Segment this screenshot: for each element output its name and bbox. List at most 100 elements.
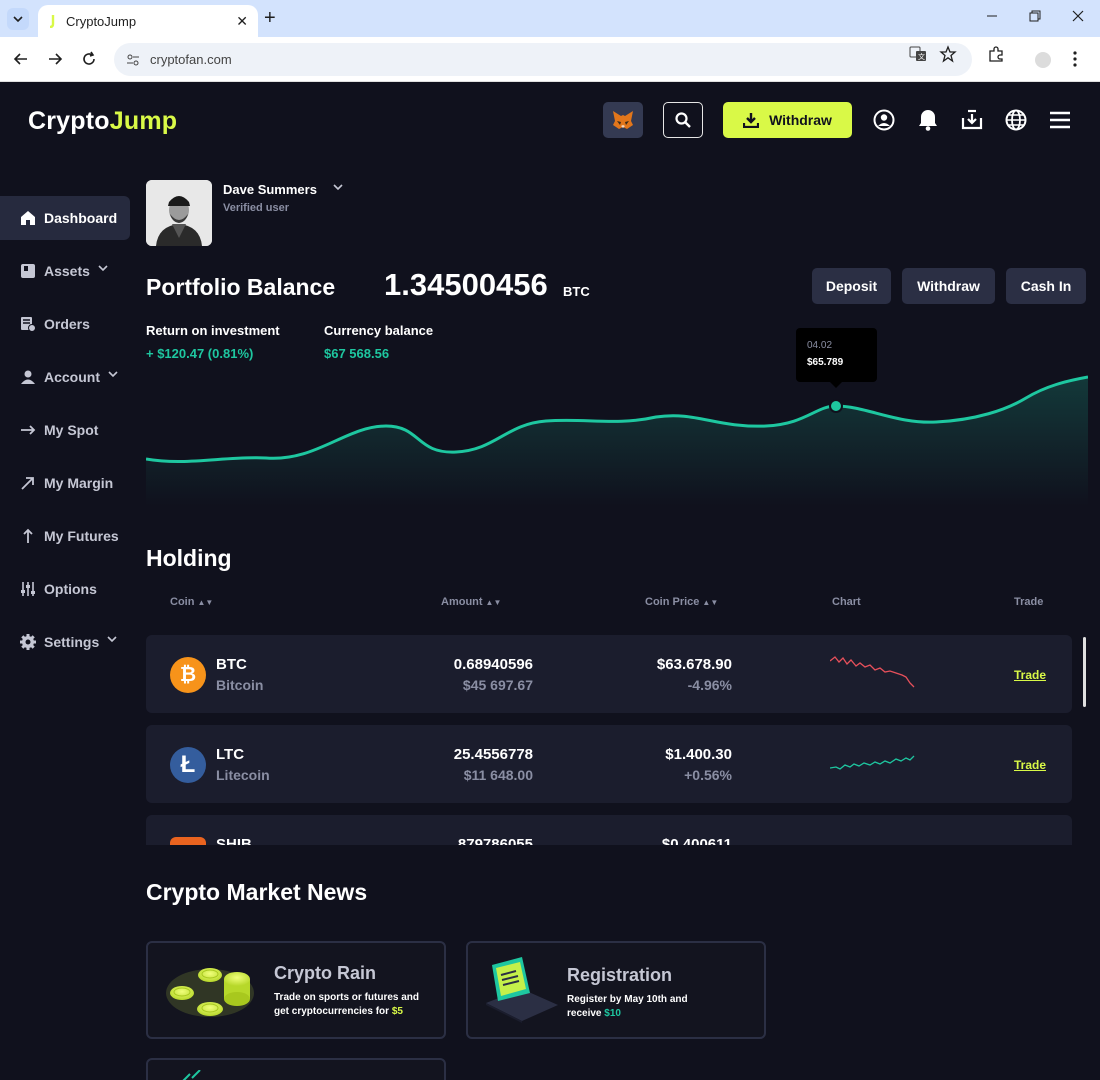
avatar[interactable] — [146, 180, 212, 246]
trade-link[interactable]: Trade — [1014, 668, 1046, 682]
address-bar[interactable]: cryptofan.com — [114, 43, 972, 76]
sidebar-item-account[interactable]: Account — [0, 355, 130, 399]
news-title: Crypto Market News — [146, 879, 368, 905]
bell-icon[interactable] — [916, 108, 940, 132]
holding-title: Holding — [146, 545, 232, 571]
profile-avatar-icon[interactable] — [1034, 51, 1052, 74]
column-header-coin[interactable]: Coin ▲▼ — [170, 596, 213, 608]
portfolio-chart[interactable] — [146, 326, 1088, 506]
app-logo[interactable]: CryptoJump — [28, 107, 177, 136]
sidebar-item-orders[interactable]: Orders — [0, 302, 130, 346]
news-card-registration[interactable]: Registration Register by May 10th and re… — [466, 941, 766, 1039]
sparkline-up — [830, 755, 915, 770]
sliders-icon — [19, 580, 37, 598]
search-button[interactable] — [663, 102, 703, 138]
hamburger-menu-icon[interactable] — [1048, 108, 1072, 132]
sidebar-item-assets[interactable]: Assets — [0, 249, 130, 293]
table-row[interactable]: SHIB 879786055 $0.400611 — [146, 815, 1072, 845]
trade-link[interactable]: Trade — [1014, 758, 1046, 772]
extensions-icon[interactable] — [987, 45, 1005, 68]
coin-price-change: -4.96% — [687, 677, 732, 693]
browser-tab[interactable]: CryptoJump ✕ — [38, 5, 258, 37]
coin-price: $63.678.90 — [656, 656, 732, 673]
user-status: Verified user — [223, 202, 290, 214]
cash-in-button[interactable]: Cash In — [1006, 268, 1086, 304]
reload-icon[interactable] — [79, 49, 99, 69]
metamask-button[interactable] — [603, 102, 643, 138]
news-card-desc: Register by May 10th and receive $10 — [567, 994, 688, 1019]
chart-tooltip: 04.02 $65.789 — [796, 328, 877, 388]
sidebar-item-my-futures[interactable]: My Futures — [0, 514, 130, 558]
news-card-partial[interactable] — [146, 1058, 446, 1080]
news-card-title: Registration — [567, 965, 673, 985]
sidebar-item-label: Account — [44, 369, 100, 385]
coin-price-change: +0.56% — [684, 767, 732, 783]
sort-icon: ▲▼ — [485, 598, 502, 607]
minimize-icon[interactable] — [986, 9, 998, 25]
table-row[interactable]: ₿ BTC Bitcoin 0.68940596 $45 697.67 $63.… — [146, 635, 1072, 713]
coin-price: $1.400.30 — [665, 746, 732, 763]
chevron-down-icon — [98, 265, 108, 272]
holding-table[interactable]: ₿ BTC Bitcoin 0.68940596 $45 697.67 $63.… — [146, 635, 1072, 845]
coin-amount: 0.68940596 — [453, 656, 533, 673]
tooltip-date: 04.02 — [807, 340, 833, 351]
url-text: cryptofan.com — [150, 52, 232, 67]
withdraw-header-label: Withdraw — [769, 112, 832, 128]
sort-icon: ▲▼ — [197, 598, 214, 607]
inbox-download-icon[interactable] — [960, 108, 984, 132]
withdraw-button[interactable]: Withdraw — [902, 268, 995, 304]
site-settings-icon[interactable] — [126, 53, 140, 67]
chevron-down-icon[interactable] — [332, 182, 344, 192]
back-icon[interactable] — [11, 49, 31, 69]
tab-search-button[interactable] — [7, 8, 29, 30]
close-window-icon[interactable] — [1072, 9, 1084, 25]
sidebar-item-settings[interactable]: Settings — [0, 620, 130, 664]
sidebar-item-my-margin[interactable]: My Margin — [0, 461, 130, 505]
sidebar-item-my-spot[interactable]: My Spot — [0, 408, 130, 452]
deposit-button[interactable]: Deposit — [812, 268, 891, 304]
globe-icon[interactable] — [1004, 108, 1028, 132]
browser-menu-icon[interactable] — [1072, 50, 1078, 73]
coin-amount: 879786055 — [457, 836, 533, 845]
coin-amount: 25.4556778 — [453, 746, 533, 763]
user-name[interactable]: Dave Summers — [223, 182, 317, 197]
sidebar-item-label: My Margin — [44, 475, 114, 491]
coin-symbol: BTC — [216, 656, 247, 673]
download-icon — [743, 113, 760, 128]
chevron-down-icon — [13, 16, 23, 23]
sidebar-item-label: Settings — [44, 634, 100, 650]
close-tab-icon[interactable]: ✕ — [236, 13, 248, 30]
orders-icon — [19, 315, 37, 333]
search-icon — [675, 112, 691, 128]
bitcoin-icon: ₿ — [170, 657, 206, 693]
user-icon — [19, 368, 37, 386]
coin-amount-usd: $45 697.67 — [462, 677, 533, 693]
arrow-diagonal-icon — [19, 474, 37, 492]
sparkline-down — [830, 656, 915, 688]
coin-price: $0.400611 — [661, 836, 732, 845]
restore-icon[interactable] — [1029, 9, 1041, 25]
column-header-amount[interactable]: Amount ▲▼ — [441, 596, 501, 608]
tooltip-value: $65.789 — [807, 357, 844, 368]
news-card-crypto-rain[interactable]: Crypto Rain Trade on sports or futures a… — [146, 941, 446, 1039]
bookmark-star-icon[interactable] — [939, 45, 957, 68]
forward-icon[interactable] — [45, 49, 65, 69]
holding-scrollbar[interactable] — [1083, 637, 1086, 707]
table-row[interactable]: Ł LTC Litecoin 25.4556778 $11 648.00 $1.… — [146, 725, 1072, 803]
sidebar-item-label: Options — [44, 581, 97, 597]
fox-icon — [613, 111, 633, 129]
svg-text:文: 文 — [918, 52, 925, 61]
withdraw-header-button[interactable]: Withdraw — [723, 102, 852, 138]
account-circle-icon[interactable] — [872, 108, 896, 132]
browser-tabstrip: CryptoJump ✕ + — [0, 0, 1100, 37]
sidebar-item-label: Assets — [44, 263, 90, 279]
new-tab-icon[interactable]: + — [264, 8, 276, 28]
chart-highlight-point[interactable] — [829, 399, 843, 413]
translate-icon[interactable]: 文 — [909, 45, 927, 68]
coin-symbol: LTC — [216, 746, 245, 763]
sidebar-item-dashboard[interactable]: Dashboard — [0, 196, 130, 240]
sidebar-item-options[interactable]: Options — [0, 567, 130, 611]
arrow-right-icon — [19, 421, 37, 439]
sparkline-up — [830, 833, 916, 845]
column-header-coin-price[interactable]: Coin Price ▲▼ — [645, 596, 718, 608]
